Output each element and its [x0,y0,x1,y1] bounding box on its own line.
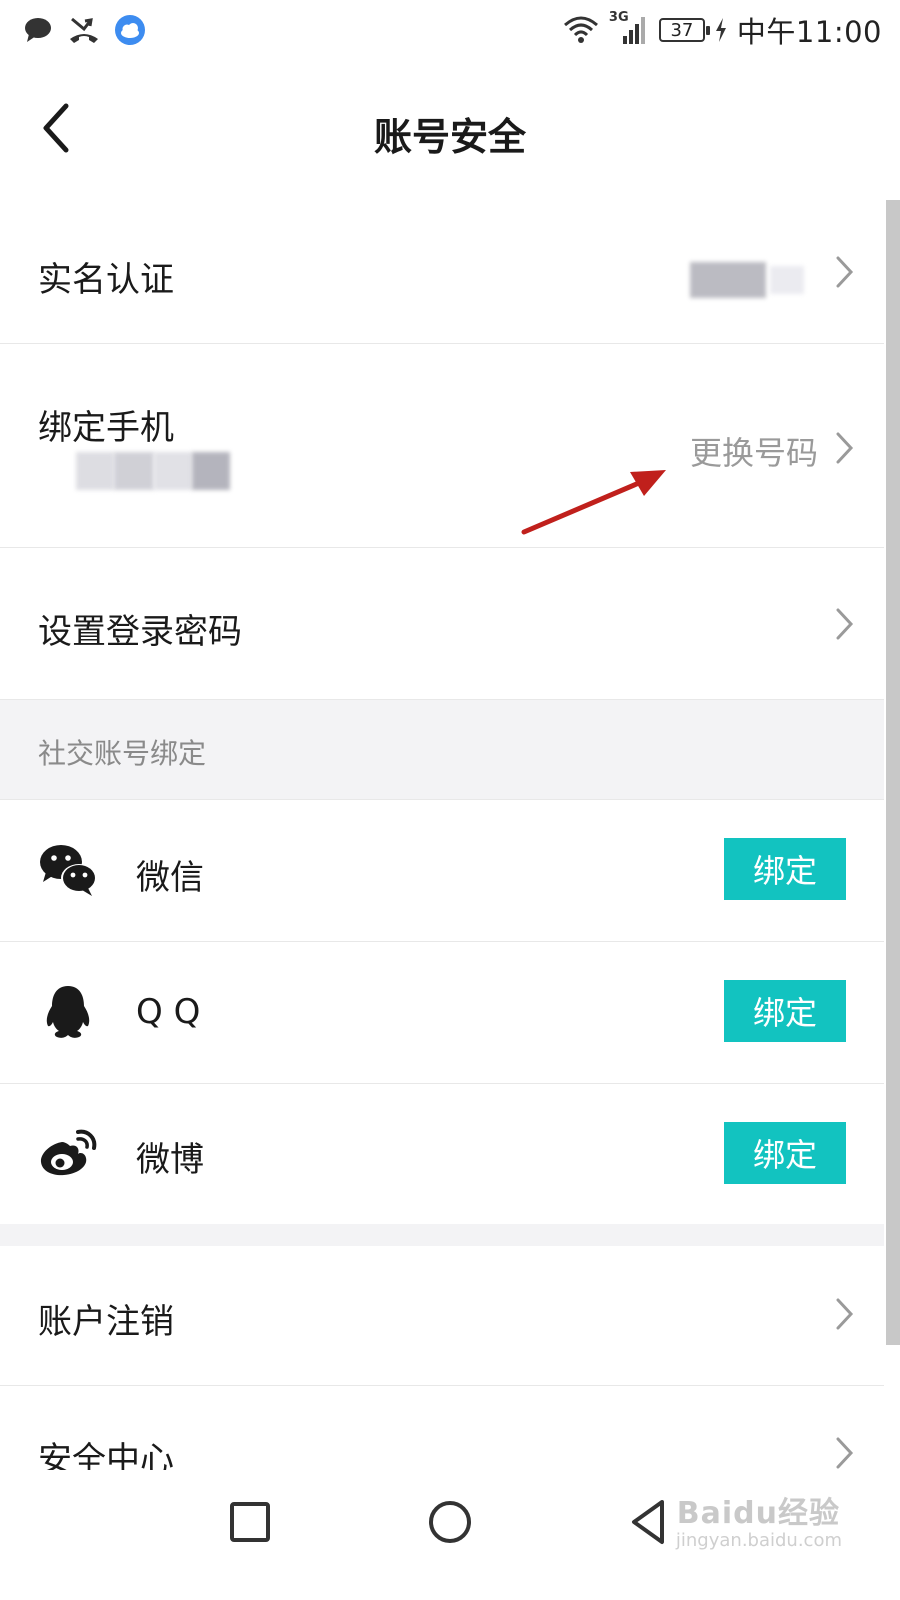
scrollbar[interactable] [886,200,900,1345]
qq-row: Q Q 绑定 [0,942,884,1084]
bind-phone-label: 绑定手机 [38,408,174,448]
real-name-label: 实名认证 [38,260,174,300]
cancel-account-row[interactable]: 账户注销 [0,1246,884,1386]
qq-icon [46,986,90,1038]
message-icon [25,18,51,42]
system-status: 3G 37 中午11:00 [563,10,882,50]
redacted-name-tail [770,266,804,294]
bind-weibo-button[interactable]: 绑定 [724,1122,846,1184]
social-name: Q Q [136,992,201,1032]
chevron-right-icon [836,608,854,640]
watermark: Baidu经验 [676,1496,840,1531]
battery-level: 37 [670,19,694,41]
charging-icon [715,18,726,42]
security-center-row[interactable]: 安全中心 [0,1386,884,1480]
signal-bars-icon [622,17,645,44]
cancel-account-label: 账户注销 [38,1302,174,1342]
bind-wechat-button[interactable]: 绑定 [724,838,846,900]
cloud-app-icon [115,15,145,45]
set-password-label: 设置登录密码 [38,612,242,652]
wifi-icon [563,16,598,43]
redacted-name [690,262,766,298]
nav-back-icon[interactable] [620,1492,680,1552]
social-section-header: 社交账号绑定 [0,700,884,800]
weibo-icon [40,1129,97,1176]
real-name-row[interactable]: 实名认证 [0,200,884,344]
social-name: 微博 [136,1140,204,1180]
change-number-link[interactable]: 更换号码 [690,428,818,474]
signal-indicator: 3G [609,10,649,46]
watermark-url: jingyan.baidu.com [675,1530,842,1551]
missed-call-icon [70,17,98,43]
redacted-phone-1 [76,452,114,490]
bind-phone-row[interactable]: 绑定手机 更换号码 [0,344,884,548]
redacted-phone-3 [154,452,192,490]
chevron-right-icon [836,1298,854,1330]
redacted-phone-2 [114,452,154,490]
chevron-right-icon [836,432,854,464]
recent-apps-icon[interactable] [220,1492,280,1552]
chevron-right-icon [836,1437,854,1469]
clock: 中午11:00 [736,15,882,49]
social-name: 微信 [136,858,204,898]
wechat-icon [40,845,97,896]
page-title: 账号安全 [373,115,526,159]
set-password-row[interactable]: 设置登录密码 [0,548,884,700]
weibo-row: 微博 绑定 [0,1084,884,1224]
notification-icons [24,14,146,46]
app-header: 账号安全 [0,60,900,200]
chevron-right-icon [836,256,854,288]
redacted-phone-4 [192,452,230,490]
wechat-row: 微信 绑定 [0,800,884,942]
status-bar: 3G 37 中午11:00 [0,0,900,60]
section-divider [0,1224,884,1246]
bind-qq-button[interactable]: 绑定 [724,980,846,1042]
annotation-arrow-icon [521,470,666,535]
home-icon[interactable] [420,1492,480,1552]
social-section-title: 社交账号绑定 [38,737,207,770]
battery-indicator: 37 [658,18,710,42]
